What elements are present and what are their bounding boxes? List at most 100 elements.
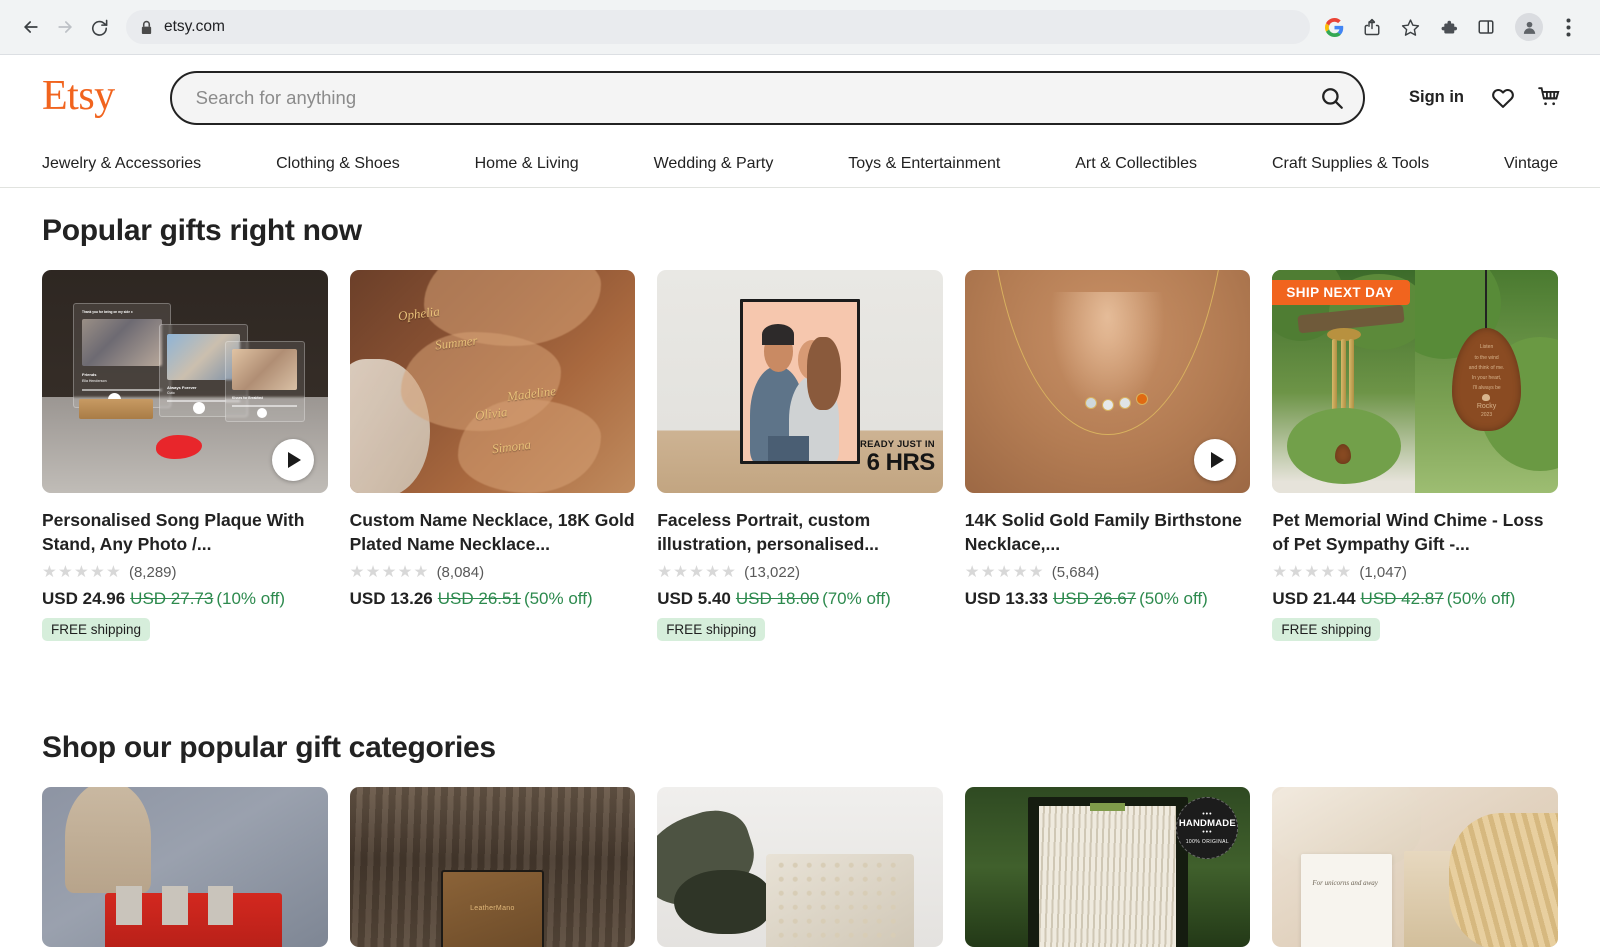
gift-category-card[interactable]: ••• HANDMADE ••• 100% ORIGINAL — [964, 787, 1251, 947]
product-title[interactable]: 14K Solid Gold Family Birthstone Necklac… — [965, 509, 1251, 557]
header-actions: Sign in — [1393, 75, 1572, 121]
google-icon[interactable] — [1316, 9, 1352, 45]
back-arrow-icon[interactable] — [14, 10, 48, 44]
star-rating: ★★★★★ — [349, 563, 430, 581]
original-price: USD 42.87 — [1360, 589, 1444, 608]
product-price: USD 13.33 USD 26.67 (50% off) — [965, 589, 1251, 609]
nav-item-home[interactable]: Home & Living — [473, 151, 581, 177]
original-price: USD 27.73 — [130, 589, 214, 608]
nav-item-art[interactable]: Art & Collectibles — [1073, 151, 1199, 177]
cart-icon[interactable] — [1526, 75, 1572, 121]
leather-label: LeatherMano — [470, 905, 515, 913]
sign-in-button[interactable]: Sign in — [1393, 78, 1480, 117]
original-price: USD 26.67 — [1052, 589, 1137, 608]
product-price: USD 5.40 USD 18.00 (70% off) — [657, 589, 943, 609]
gift-category-card[interactable]: For unicorns and away — [1272, 787, 1558, 947]
play-video-icon[interactable] — [1194, 439, 1237, 481]
product-card[interactable]: READY JUST IN 6 HRS Faceless Portrait, c… — [657, 270, 943, 641]
review-count: (5,684) — [1051, 564, 1100, 581]
current-price: USD 21.44 — [1272, 589, 1356, 608]
search-bar[interactable] — [169, 70, 1365, 125]
discount-label: (50% off) — [1446, 589, 1516, 608]
nav-item-jewelry[interactable]: Jewelry & Accessories — [40, 151, 203, 177]
nav-item-vintage[interactable]: Vintage — [1502, 151, 1560, 177]
product-image[interactable] — [964, 270, 1251, 493]
nav-item-clothing[interactable]: Clothing & Shoes — [274, 151, 402, 177]
heart-icon[interactable] — [1480, 75, 1526, 121]
gift-categories-title: Shop our popular gift categories — [42, 731, 496, 764]
nav-item-wedding[interactable]: Wedding & Party — [652, 151, 776, 177]
image-overlay-text: READY JUST IN 6 HRS — [860, 438, 936, 476]
forward-arrow-icon[interactable] — [48, 10, 82, 44]
product-image[interactable]: Listen to the wind and think of me. In y… — [1272, 270, 1558, 493]
engraving-name: Rocky — [1476, 402, 1497, 410]
product-title[interactable]: Custom Name Necklace, 18K Gold Plated Na… — [350, 509, 636, 557]
engraving-line: Listen — [1479, 344, 1494, 351]
current-price: USD 5.40 — [657, 589, 731, 608]
star-rating: ★★★★★ — [1272, 563, 1353, 581]
etsy-logo[interactable]: Etsy — [42, 75, 115, 121]
handmade-badge-title: HANDMADE — [1178, 818, 1236, 829]
discount-label: (10% off) — [216, 589, 286, 608]
review-count: (8,084) — [436, 564, 485, 581]
gift-card-label: For unicorns and away — [1312, 878, 1378, 887]
address-bar[interactable]: etsy.com — [126, 10, 1310, 44]
handmade-badge-subtitle: 100% ORIGINAL — [1185, 839, 1230, 845]
product-card[interactable]: 14K Solid Gold Family Birthstone Necklac… — [964, 270, 1251, 641]
url-text: etsy.com — [164, 18, 225, 35]
product-image[interactable]: Thank you for being on my side x Friends… — [42, 270, 328, 493]
product-title[interactable]: Faceless Portrait, custom illustration, … — [657, 509, 943, 557]
product-title[interactable]: Personalised Song Plaque With Stand, Any… — [42, 509, 328, 557]
profile-avatar-icon[interactable] — [1515, 13, 1543, 41]
product-image[interactable]: READY JUST IN 6 HRS — [657, 270, 943, 493]
product-card[interactable]: Listen to the wind and think of me. In y… — [1272, 270, 1558, 641]
engraving-year: 2023 — [1481, 412, 1493, 419]
gift-category-card[interactable]: LeatherMano — [349, 787, 636, 947]
product-card[interactable]: Thank you for being on my side x Friends… — [42, 270, 328, 641]
free-shipping-badge: FREE shipping — [657, 618, 766, 641]
current-price: USD 24.96 — [42, 589, 126, 608]
main-content: Popular gifts right now Thank you for be… — [0, 214, 1600, 947]
engraving-line: In your heart, — [1471, 375, 1502, 382]
badge-dots-bottom: ••• — [1202, 829, 1213, 836]
nav-item-toys[interactable]: Toys & Entertainment — [846, 151, 1002, 177]
product-title[interactable]: Pet Memorial Wind Chime - Loss of Pet Sy… — [1272, 509, 1558, 557]
discount-label: (50% off) — [523, 589, 593, 608]
product-rating: ★★★★★ (1,047) — [1272, 562, 1558, 583]
gift-category-card[interactable] — [657, 787, 943, 947]
original-price: USD 26.51 — [437, 589, 521, 608]
star-rating: ★★★★★ — [42, 563, 122, 581]
extensions-puzzle-icon[interactable] — [1430, 9, 1466, 45]
product-rating: ★★★★★ (8,084) — [350, 562, 636, 583]
product-rating: ★★★★★ (5,684) — [965, 562, 1251, 583]
product-rating: ★★★★★ (8,289) — [42, 562, 328, 583]
badge-dots-top: ••• — [1202, 811, 1213, 818]
category-nav: Jewelry & Accessories Clothing & Shoes H… — [0, 140, 1600, 188]
product-price: USD 24.96 USD 27.73 (10% off) — [42, 589, 328, 609]
gift-category-grid: LeatherMano ••• HANDMADE ••• 100% ORIGIN… — [42, 787, 1558, 947]
product-card[interactable]: Ophelia Summer Madeline Olivia Simona Cu… — [349, 270, 636, 641]
bookmark-star-icon[interactable] — [1392, 9, 1428, 45]
discount-label: (50% off) — [1139, 589, 1208, 608]
current-price: USD 13.26 — [349, 589, 433, 608]
browser-toolbar: etsy.com — [0, 0, 1600, 55]
review-count: (8,289) — [128, 564, 177, 581]
search-icon[interactable] — [1311, 77, 1353, 119]
handmade-badge: ••• HANDMADE ••• 100% ORIGINAL — [1176, 797, 1239, 859]
product-price: USD 21.44 USD 42.87 (50% off) — [1272, 589, 1558, 609]
overlay-big-text: 6 HRS — [866, 449, 936, 476]
product-grid: Thank you for being on my side x Friends… — [42, 270, 1558, 641]
chrome-menu-icon[interactable] — [1550, 9, 1586, 45]
overlay-small-text: READY JUST IN — [860, 438, 935, 450]
nav-item-craft[interactable]: Craft Supplies & Tools — [1270, 151, 1431, 177]
product-price: USD 13.26 USD 26.51 (50% off) — [350, 589, 636, 609]
product-image[interactable]: Ophelia Summer Madeline Olivia Simona — [349, 270, 636, 493]
side-panel-icon[interactable] — [1468, 9, 1504, 45]
engraving-line: I'll always be — [1472, 385, 1501, 392]
reload-icon[interactable] — [82, 10, 116, 44]
gift-category-card[interactable] — [42, 787, 328, 947]
search-input[interactable] — [195, 86, 1311, 109]
discount-label: (70% off) — [822, 589, 891, 608]
share-icon[interactable] — [1354, 9, 1390, 45]
play-video-icon[interactable] — [271, 439, 314, 481]
